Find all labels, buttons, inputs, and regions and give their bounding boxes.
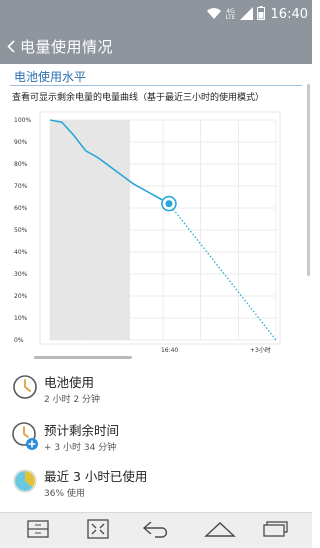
y-tick-label: 40% (14, 249, 28, 256)
item-subtitle: 36% 使用 (44, 489, 85, 499)
home-icon (204, 520, 236, 542)
y-tick-label: 100% (14, 117, 31, 124)
back-arrow-icon[interactable] (4, 28, 18, 64)
item-subtitle: 2 小时 2 分钟 (44, 395, 101, 405)
item-title: 最近 3 小时已使用 (44, 469, 148, 484)
vertical-scrollbar[interactable] (307, 84, 310, 276)
y-tick-label: 80% (14, 161, 28, 168)
page-title: 电量使用情况 (20, 37, 114, 56)
status-icons: 4G LTE 16:40 (206, 5, 308, 24)
recent-apps-button[interactable] (260, 519, 292, 543)
x-tick-label: +3小时 (250, 346, 271, 354)
y-tick-label: 10% (14, 315, 28, 322)
home-button[interactable] (204, 519, 236, 543)
status-time: 16:40 (270, 7, 308, 22)
item-title: 预计剩余时间 (44, 423, 120, 438)
section-divider (10, 85, 302, 86)
network-type: 4G LTE (225, 8, 236, 21)
dual-window-button[interactable] (22, 519, 54, 543)
section-heading: 电池使用水平 (14, 70, 87, 84)
list-item-remaining-time[interactable]: 预计剩余时间 + 3 小时 34 分钟 (0, 416, 312, 462)
y-tick-label: 30% (14, 271, 28, 278)
recent-apps-icon (262, 520, 290, 542)
item-subtitle: + 3 小时 34 分钟 (44, 443, 117, 453)
qslide-icon (87, 519, 109, 543)
pie-icon (12, 468, 38, 494)
x-axis-ticks: 16:40 +3小时 (161, 346, 271, 354)
list-item-recent-usage[interactable]: 最近 3 小时已使用 36% 使用 (0, 462, 312, 508)
signal-icon (239, 5, 253, 24)
battery-chart: 100% 90% 80% 70% 60% 50% 40% 30% 20% 10% 0% 16:40 +… (0, 108, 312, 364)
item-title: 电池使用 (44, 375, 95, 390)
battery-chart-svg: 100% 90% 80% 70% 60% 50% 40% 30% 20% 10% 0% 16:40 +… (14, 111, 281, 354)
battery-icon (256, 5, 265, 24)
list-item-battery-usage[interactable]: 电池使用 2 小时 2 分钟 (0, 368, 312, 414)
y-tick-label: 20% (14, 293, 28, 300)
y-tick-label: 60% (14, 205, 28, 212)
y-tick-label: 70% (14, 183, 28, 190)
navigation-bar (0, 512, 312, 548)
wifi-icon (206, 5, 222, 24)
qslide-button[interactable] (82, 519, 114, 543)
x-tick-label: 16:40 (161, 347, 178, 354)
section-description: 查看可显示剩余电量的电量曲线（基于最近三小时的使用模式） (12, 93, 265, 103)
current-level-marker-dot (165, 200, 173, 208)
clock-plus-icon (12, 422, 38, 450)
back-icon (141, 520, 171, 542)
y-tick-label: 90% (14, 139, 28, 146)
title-bar: 电量使用情况 (0, 28, 312, 64)
network-bottom-label: LTE (225, 13, 236, 21)
horizontal-scroll-indicator (34, 356, 132, 359)
y-tick-label: 50% (14, 227, 28, 234)
y-tick-label: 0% (14, 337, 24, 344)
y-axis-ticks: 100% 90% 80% 70% 60% 50% 40% 30% 20% 10% 0% (14, 117, 31, 344)
dual-window-icon (27, 520, 49, 542)
clock-icon (12, 374, 38, 400)
back-button[interactable] (140, 519, 172, 543)
status-bar: 4G LTE 16:40 (0, 0, 312, 28)
